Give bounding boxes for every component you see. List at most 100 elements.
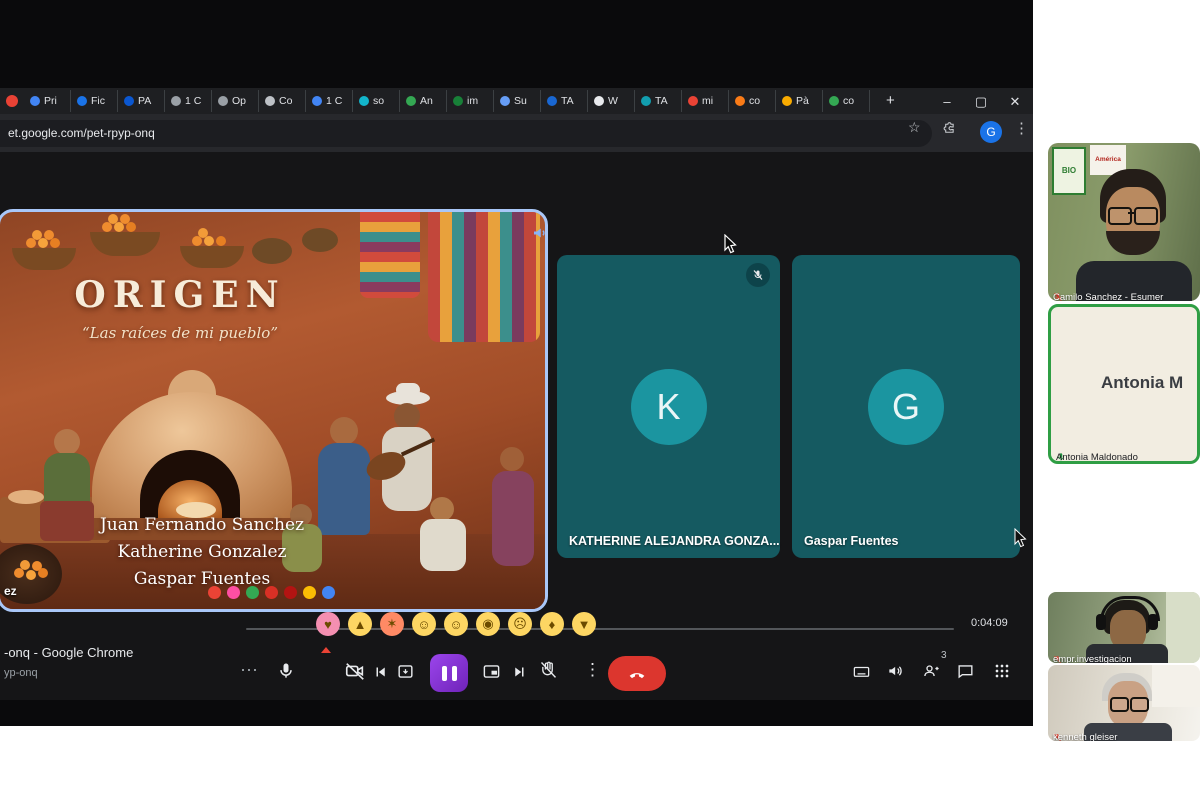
browser-tab[interactable]: Fic	[71, 90, 118, 112]
tile-display-text: Antonia M	[1101, 373, 1199, 393]
reaction-emoji[interactable]: ♦	[540, 612, 564, 636]
tab-label: so	[373, 95, 384, 107]
extensions-icon[interactable]	[942, 120, 957, 138]
tab-favicon	[218, 96, 228, 106]
tab-label: Pà	[796, 95, 809, 107]
browser-tab[interactable]: co	[823, 90, 870, 112]
browser-tab[interactable]: PA	[118, 90, 165, 112]
browser-tab[interactable]: W	[588, 90, 635, 112]
bookmark-star-icon[interactable]: ☆	[908, 119, 921, 136]
tab-label: Su	[514, 95, 527, 107]
video-tile-camilo[interactable]: BIO América Camilo Sanchez - Esumer	[1048, 143, 1200, 301]
slide-subtitle: “Las raíces de mi pueblo”	[45, 324, 315, 342]
minimize-button[interactable]: –	[932, 94, 962, 109]
slide-author-line: Juan Fernando Sanchez	[42, 512, 362, 539]
dock-icon	[227, 586, 240, 599]
browser-tab[interactable]: Co	[259, 90, 306, 112]
tab-label: Co	[279, 95, 292, 107]
slide-title: ORIGEN	[55, 274, 305, 316]
browser-tab[interactable]: 1 C	[306, 90, 353, 112]
tab-label: Fic	[91, 95, 105, 107]
new-tab-button[interactable]: +	[886, 92, 895, 109]
tab-label: co	[749, 95, 760, 107]
close-button[interactable]: ✕	[1000, 94, 1030, 110]
present-to-tab-icon[interactable]	[396, 662, 415, 686]
raise-hand-off-icon[interactable]	[538, 659, 559, 685]
volume-icon[interactable]	[886, 661, 906, 686]
tab-favicon	[312, 96, 322, 106]
skip-previous-icon[interactable]	[372, 663, 390, 686]
browser-tab[interactable]: co	[729, 90, 776, 112]
browser-tab[interactable]: Op	[212, 90, 259, 112]
browser-tab[interactable]: Su	[494, 90, 541, 112]
microphone-icon[interactable]	[276, 661, 296, 686]
shared-presentation-tile[interactable]: ORIGEN “Las raíces de mi pueblo” Juan Fe…	[0, 209, 548, 612]
more-controls-icon[interactable]: ⋮	[584, 660, 601, 680]
reaction-emoji[interactable]: ▼	[572, 612, 596, 636]
call-timer: 0:04:09	[971, 617, 1008, 629]
tab-label: Op	[232, 95, 246, 107]
dock-icon	[322, 586, 335, 599]
dock-icon	[284, 586, 297, 599]
url-bar[interactable]: et.google.com/pet-rpyp-onq	[0, 120, 932, 147]
more-options-icon[interactable]: ⋯	[240, 660, 258, 681]
browser-tab[interactable]: Pri	[24, 90, 71, 112]
reaction-emoji[interactable]: ☺	[444, 612, 468, 636]
reaction-emoji[interactable]: ◉	[476, 612, 500, 636]
tab-favicon	[124, 96, 134, 106]
tab-favicon	[547, 96, 557, 106]
slide-author-line: Katherine Gonzalez	[42, 539, 362, 566]
mouse-cursor-secondary	[1014, 528, 1030, 553]
browser-tab[interactable]: mi	[682, 90, 729, 112]
leave-call-button[interactable]	[608, 656, 666, 691]
slide-art-fruit-pile	[14, 568, 24, 578]
pause-share-button[interactable]	[430, 654, 468, 692]
reaction-emoji[interactable]: ☹	[508, 612, 532, 636]
mouse-cursor	[724, 234, 740, 259]
browser-tab[interactable]: An	[400, 90, 447, 112]
tab-favicon	[30, 96, 40, 106]
tab-label: Pri	[44, 95, 57, 107]
browser-tab[interactable]: Pà	[776, 90, 823, 112]
skip-next-icon[interactable]	[510, 663, 528, 686]
maximize-button[interactable]: ▢	[966, 94, 996, 110]
dock-icon	[303, 586, 316, 599]
browser-tab[interactable]: TA	[635, 90, 682, 112]
participant-avatar: G	[868, 369, 944, 445]
tab-label: TA	[655, 95, 668, 107]
browser-tab[interactable]: TA	[541, 90, 588, 112]
camera-off-icon[interactable]	[344, 660, 366, 687]
tab-favicon	[829, 96, 839, 106]
tab-label: An	[420, 95, 433, 107]
participant-tile-gaspar[interactable]: G Gaspar Fuentes	[792, 255, 1020, 558]
browser-tab[interactable]: 1 C	[165, 90, 212, 112]
reaction-emoji[interactable]: ✶	[380, 612, 404, 636]
chat-icon[interactable]	[956, 662, 975, 686]
window-title-text: -onq - Google Chrome	[4, 645, 133, 660]
keyboard-icon[interactable]	[852, 662, 871, 686]
video-tile-kenneth[interactable]: kenneth gleiser	[1048, 665, 1200, 741]
browser-menu-icon[interactable]: ⋮	[1014, 119, 1029, 137]
reaction-emoji[interactable]: ▲	[348, 612, 372, 636]
tab-favicon	[265, 96, 275, 106]
tab-label: 1 C	[326, 95, 342, 107]
apps-grid-icon[interactable]	[992, 661, 1012, 686]
tab-favicon	[77, 96, 87, 106]
participant-name: KATHERINE ALEJANDRA GONZA...	[569, 534, 780, 548]
reaction-emoji[interactable]: ♥	[316, 612, 340, 636]
participant-tile-katherine[interactable]: K KATHERINE ALEJANDRA GONZA...	[557, 255, 780, 558]
slide-art-basket	[180, 246, 244, 268]
profile-avatar[interactable]: G	[980, 121, 1002, 143]
tab-favicon	[782, 96, 792, 106]
pinned-tab-icon[interactable]	[6, 95, 18, 107]
people-add-icon[interactable]	[922, 661, 942, 686]
slide-art-person	[492, 447, 538, 572]
video-tile-empr[interactable]: empr.investigacion	[1048, 592, 1200, 663]
picture-in-picture-icon[interactable]	[482, 662, 501, 686]
notification-caret-icon	[321, 647, 331, 653]
reaction-emoji[interactable]: ☺	[412, 612, 436, 636]
browser-tab[interactable]: so	[353, 90, 400, 112]
participant-avatar: K	[631, 369, 707, 445]
video-tile-antonia[interactable]: Antonia M Antonia Maldonado	[1048, 304, 1200, 464]
browser-tab[interactable]: im	[447, 90, 494, 112]
